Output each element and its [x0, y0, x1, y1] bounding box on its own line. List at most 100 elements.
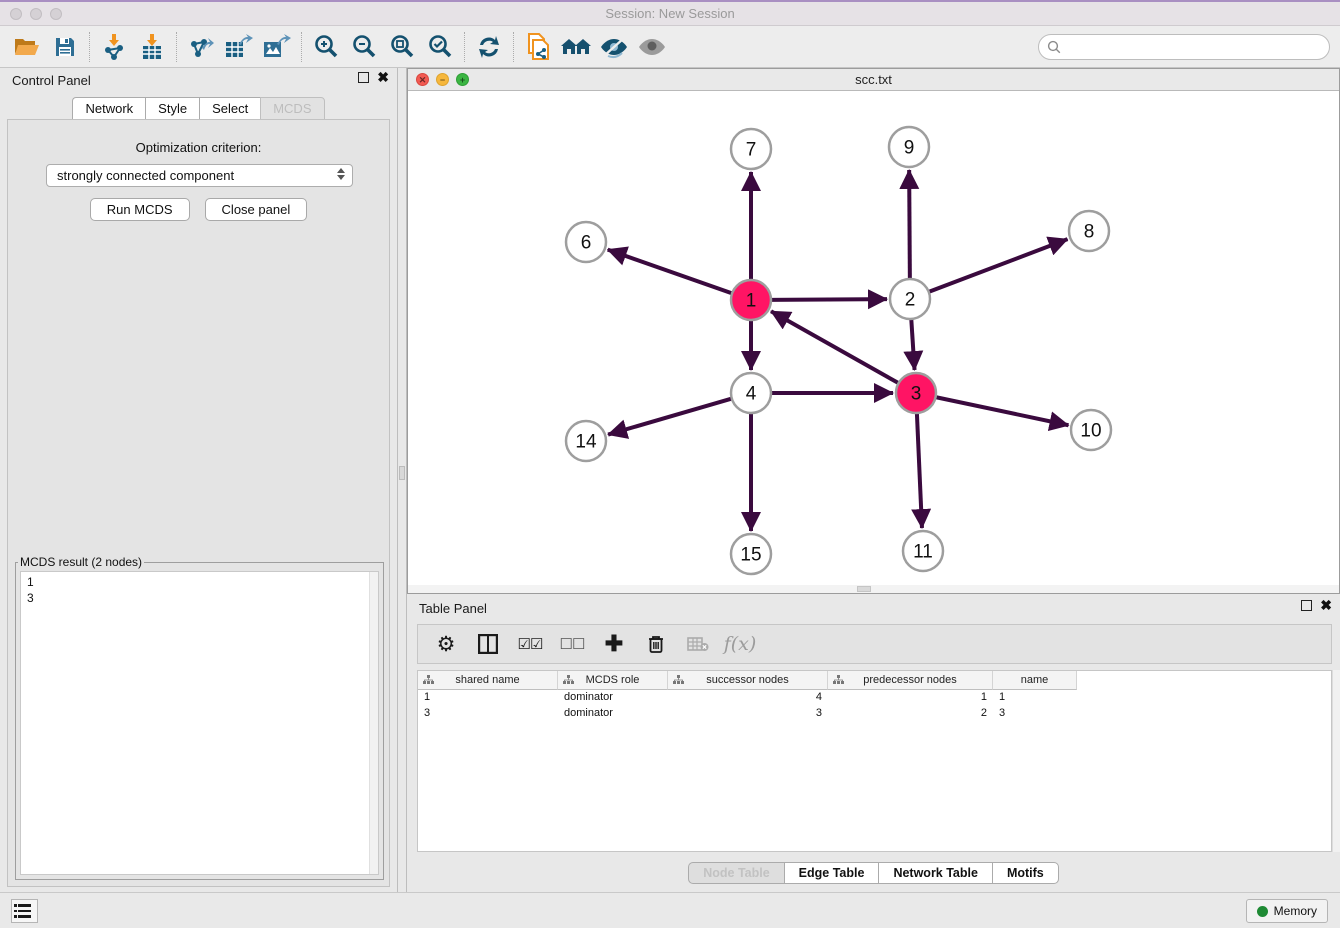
network-view-window: ✕ − + scc.txt 7968124314101511 — [407, 68, 1340, 594]
table-row[interactable]: 1 dominator 4 1 1 — [418, 690, 1077, 706]
zoom-in-button[interactable] — [307, 30, 345, 64]
export-table-button[interactable] — [220, 30, 258, 64]
float-panel-icon[interactable] — [358, 72, 369, 83]
split-columns-icon — [478, 634, 498, 654]
graph-edge-2-8 — [929, 239, 1068, 292]
column-header-mcds-role[interactable]: MCDS role — [558, 671, 668, 690]
mcds-panel: Optimization criterion: strongly connect… — [7, 119, 390, 887]
cell-name[interactable]: 1 — [993, 690, 1077, 706]
import-table-button[interactable] — [133, 30, 171, 64]
toolbar-separator — [89, 32, 90, 62]
delete-table-icon — [687, 636, 709, 652]
cell-name[interactable]: 3 — [993, 706, 1077, 722]
select-all-button[interactable]: ☑☑ — [512, 628, 548, 660]
column-header-successor-nodes[interactable]: successor nodes — [668, 671, 828, 690]
hierarchy-icon — [833, 675, 844, 685]
export-image-icon — [263, 34, 291, 60]
save-floppy-icon — [54, 36, 76, 58]
open-folder-icon — [14, 36, 40, 58]
control-panel-title: Control Panel — [12, 73, 91, 88]
tab-style[interactable]: Style — [145, 97, 199, 120]
splitter-grip-icon[interactable] — [399, 466, 405, 480]
hide-panel-button[interactable] — [595, 30, 633, 64]
refresh-button[interactable] — [470, 30, 508, 64]
cell-predecessor-nodes[interactable]: 1 — [828, 690, 993, 706]
window-traffic-lights[interactable] — [10, 8, 62, 20]
close-panel-button[interactable]: Close panel — [205, 198, 308, 221]
tab-select[interactable]: Select — [199, 97, 260, 120]
network-window-titlebar[interactable]: ✕ − + scc.txt — [408, 69, 1339, 91]
close-window-icon[interactable] — [10, 8, 22, 20]
panel-splitter[interactable] — [397, 68, 407, 892]
zoom-out-button[interactable] — [345, 30, 383, 64]
graph-edge-2-3 — [911, 319, 914, 370]
network-hscrollbar[interactable] — [408, 585, 1339, 593]
graph-node-label-4: 4 — [746, 384, 757, 405]
graph-node-label-10: 10 — [1080, 421, 1101, 442]
mcds-result-title: MCDS result (2 nodes) — [18, 555, 144, 569]
zoom-out-icon — [351, 34, 377, 60]
close-table-panel-icon[interactable]: ✖ — [1320, 600, 1332, 611]
tab-motifs[interactable]: Motifs — [992, 862, 1059, 884]
import-network-button[interactable] — [95, 30, 133, 64]
column-header-shared-name[interactable]: shared name — [418, 671, 558, 690]
save-session-button[interactable] — [46, 30, 84, 64]
split-columns-button[interactable] — [470, 628, 506, 660]
task-history-button[interactable] — [11, 899, 38, 923]
tab-node-table[interactable]: Node Table — [688, 862, 783, 884]
open-session-button[interactable] — [8, 30, 46, 64]
search-input[interactable] — [1038, 34, 1330, 60]
graph-edge-3-1 — [771, 311, 899, 383]
network-canvas-svg[interactable]: 7968124314101511 — [408, 91, 1339, 586]
tab-mcds[interactable]: MCDS — [260, 97, 324, 120]
cell-successor-nodes[interactable]: 3 — [668, 706, 828, 722]
add-column-button[interactable]: ✚ — [596, 628, 632, 660]
tab-network-table[interactable]: Network Table — [878, 862, 992, 884]
column-header-predecessor-nodes[interactable]: predecessor nodes — [828, 671, 993, 690]
hscroll-grip-icon[interactable] — [857, 586, 871, 592]
cell-shared-name[interactable]: 1 — [418, 690, 558, 706]
export-network-button[interactable] — [182, 30, 220, 64]
cell-successor-nodes[interactable]: 4 — [668, 690, 828, 706]
graph-node-label-3: 3 — [911, 384, 922, 405]
graph-node-label-8: 8 — [1084, 222, 1095, 243]
optimization-criterion-select[interactable]: strongly connected component — [46, 164, 353, 187]
tab-network[interactable]: Network — [72, 97, 145, 120]
cell-predecessor-nodes[interactable]: 2 — [828, 706, 993, 722]
maximize-window-icon[interactable] — [50, 8, 62, 20]
export-image-button[interactable] — [258, 30, 296, 64]
search-container — [1038, 34, 1330, 60]
node-table[interactable]: shared name MCDS role successor nodes pr… — [417, 670, 1332, 852]
minimize-window-icon[interactable] — [30, 8, 42, 20]
float-table-panel-icon[interactable] — [1301, 600, 1312, 611]
control-panel-tabs: Network Style Select MCDS — [0, 97, 397, 120]
deselect-all-button[interactable]: ☐☐ — [554, 628, 590, 660]
function-builder-button[interactable]: f(x) — [722, 628, 758, 660]
result-scrollbar[interactable] — [369, 572, 378, 874]
home-networks-button[interactable] — [557, 30, 595, 64]
memory-button[interactable]: Memory — [1246, 899, 1328, 923]
tab-edge-table[interactable]: Edge Table — [784, 862, 879, 884]
import-table-icon — [140, 34, 164, 60]
table-vscrollbar[interactable] — [1332, 670, 1340, 852]
window-title: Session: New Session — [605, 6, 734, 21]
delete-column-button[interactable] — [638, 628, 674, 660]
two-houses-icon — [560, 35, 592, 59]
graph-edge-3-11 — [917, 413, 922, 528]
zoom-selected-button[interactable] — [421, 30, 459, 64]
show-panel-button[interactable] — [633, 30, 671, 64]
cell-mcds-role[interactable]: dominator — [558, 690, 668, 706]
column-header-name[interactable]: name — [993, 671, 1077, 690]
delete-table-button[interactable] — [680, 628, 716, 660]
hierarchy-icon — [423, 675, 434, 685]
run-mcds-button[interactable]: Run MCDS — [90, 198, 190, 221]
copy-network-button[interactable] — [519, 30, 557, 64]
mcds-result-text[interactable]: 1 3 — [20, 571, 379, 875]
zoom-fit-button[interactable] — [383, 30, 421, 64]
table-settings-button[interactable]: ⚙ — [428, 628, 464, 660]
close-panel-icon[interactable]: ✖ — [377, 72, 389, 83]
table-row[interactable]: 3 dominator 3 2 3 — [418, 706, 1077, 722]
graph-node-label-2: 2 — [905, 290, 916, 311]
cell-shared-name[interactable]: 3 — [418, 706, 558, 722]
cell-mcds-role[interactable]: dominator — [558, 706, 668, 722]
